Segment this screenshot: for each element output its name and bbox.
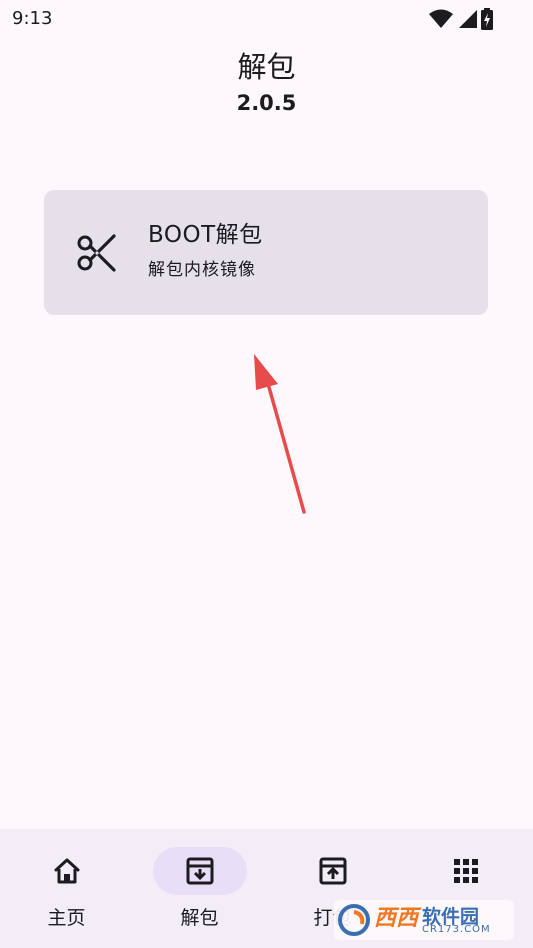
header: 解包 2.0.5 [0, 48, 533, 118]
nav-item-unpack[interactable]: 解包 [133, 829, 266, 948]
battery-charging-icon [481, 8, 493, 30]
watermark: 西西 软件园 CR173.COM [334, 900, 514, 940]
card-title: BOOT解包 [148, 222, 263, 248]
archive-upload-icon [319, 857, 346, 885]
watermark-logo-icon [338, 904, 370, 936]
nav-label-unpack: 解包 [180, 907, 219, 929]
nav-label-home: 主页 [47, 907, 86, 929]
archive-download-icon [186, 857, 213, 885]
apps-grid-icon [453, 859, 478, 883]
status-icons [429, 8, 493, 30]
card-text: BOOT解包 解包内核镜像 [148, 219, 263, 283]
wifi-icon [429, 9, 453, 28]
card-subtitle: 解包内核镜像 [148, 260, 256, 280]
status-bar: 9:13 [0, 0, 533, 36]
nav-item-home[interactable]: 主页 [0, 829, 133, 948]
home-icon [54, 858, 79, 884]
annotation-arrow [254, 354, 306, 514]
page-title: 解包 [237, 50, 296, 84]
watermark-brand: 西西 [374, 906, 419, 931]
watermark-sub: CR173.COM [422, 924, 491, 935]
status-time: 9:13 [12, 8, 53, 29]
screen: 9:13 解包 2.0.5 BOOT解包 解包内核镜像 主页 解包 打包 西西 … [0, 0, 533, 948]
scissors-icon [77, 234, 116, 272]
app-version: 2.0.5 [236, 91, 297, 115]
signal-icon [459, 10, 477, 28]
